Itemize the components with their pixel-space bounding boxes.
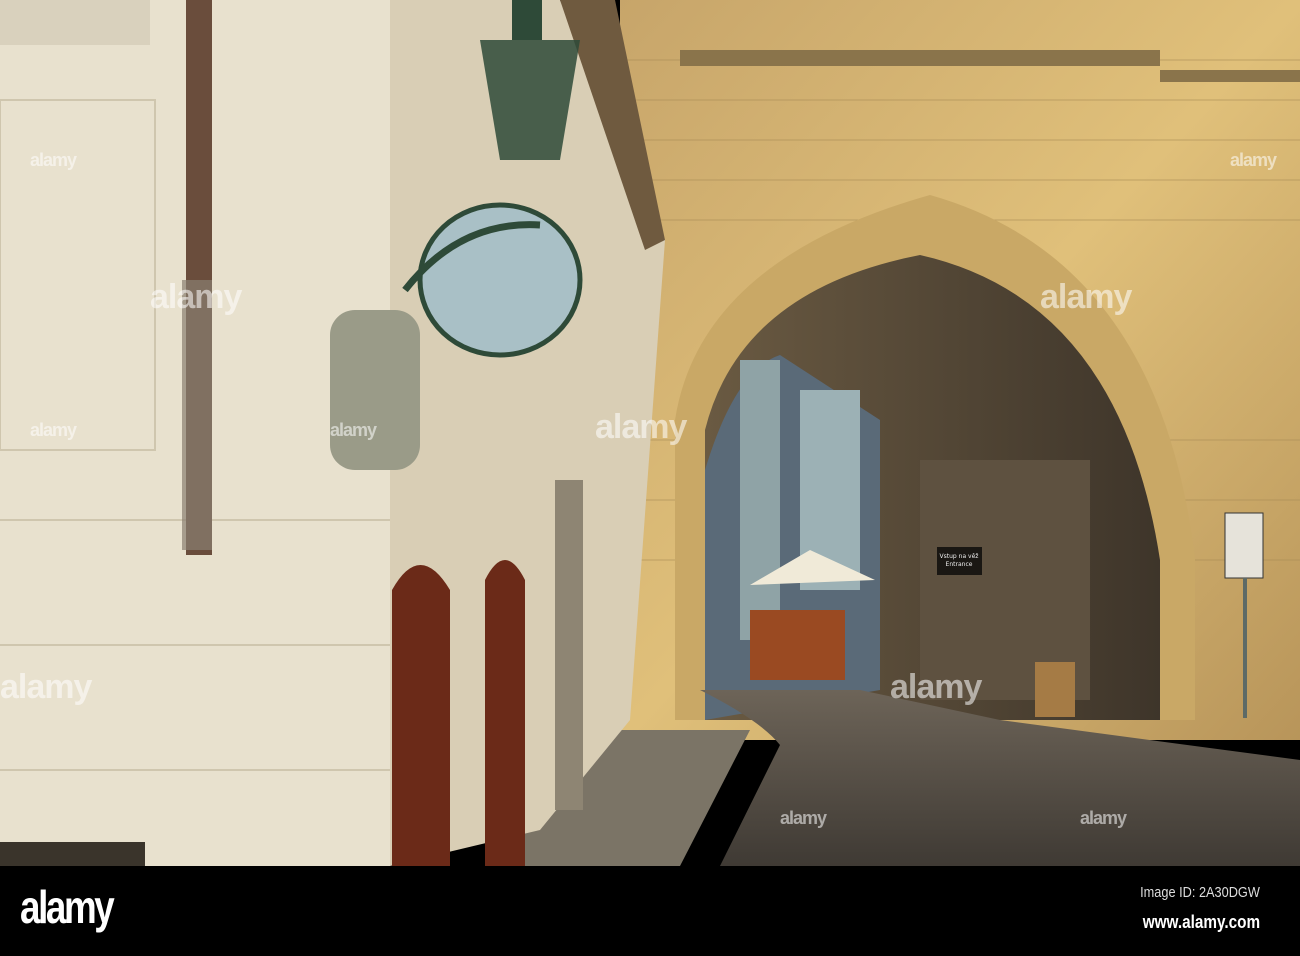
- watermark: alamy: [595, 408, 687, 446]
- watermark: alamy: [30, 150, 77, 170]
- site-link[interactable]: www.alamy.com: [1143, 912, 1260, 933]
- svg-text:Entrance: Entrance: [946, 561, 973, 568]
- watermark: alamy: [330, 420, 377, 440]
- alamy-logo: alamy: [20, 881, 115, 933]
- svg-text:Vstup na věž: Vstup na věž: [940, 553, 979, 560]
- watermark: alamy: [0, 668, 92, 706]
- watermark: alamy: [890, 668, 982, 706]
- watermark: alamy: [1040, 278, 1132, 316]
- watermark: alamy: [780, 808, 827, 828]
- watermark: alamy: [1230, 150, 1277, 170]
- footer-bar: alamy Image ID: 2A30DGW www.alamy.com: [0, 866, 1300, 956]
- image-id: Image ID: 2A30DGW: [1140, 884, 1260, 901]
- stock-photo: Vstup na věž Entrance alamy alamy alamy …: [0, 0, 1300, 956]
- wooden-door: [485, 560, 525, 866]
- watermark: alamy: [1080, 808, 1127, 828]
- stone-relief: [330, 310, 420, 470]
- watermark: alamy: [150, 278, 242, 316]
- wooden-door: [392, 565, 450, 866]
- watermark: alamy: [30, 420, 77, 440]
